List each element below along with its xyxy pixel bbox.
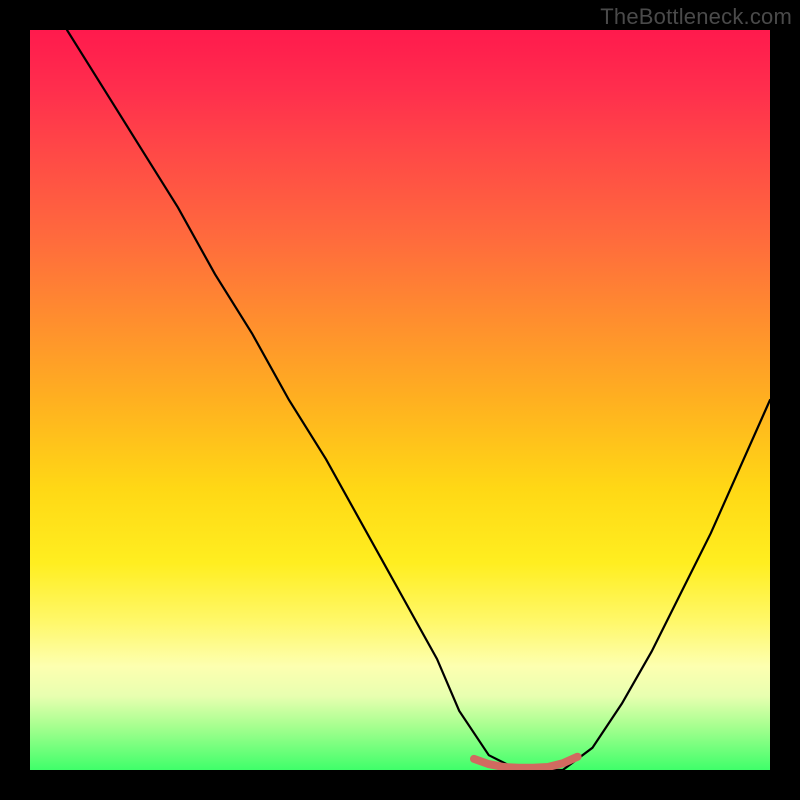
plot-area xyxy=(30,30,770,770)
curve-layer xyxy=(30,30,770,770)
bottleneck-curve xyxy=(67,30,770,770)
chart-frame: TheBottleneck.com xyxy=(0,0,800,800)
watermark-text: TheBottleneck.com xyxy=(600,4,792,30)
optimal-band xyxy=(474,757,578,768)
